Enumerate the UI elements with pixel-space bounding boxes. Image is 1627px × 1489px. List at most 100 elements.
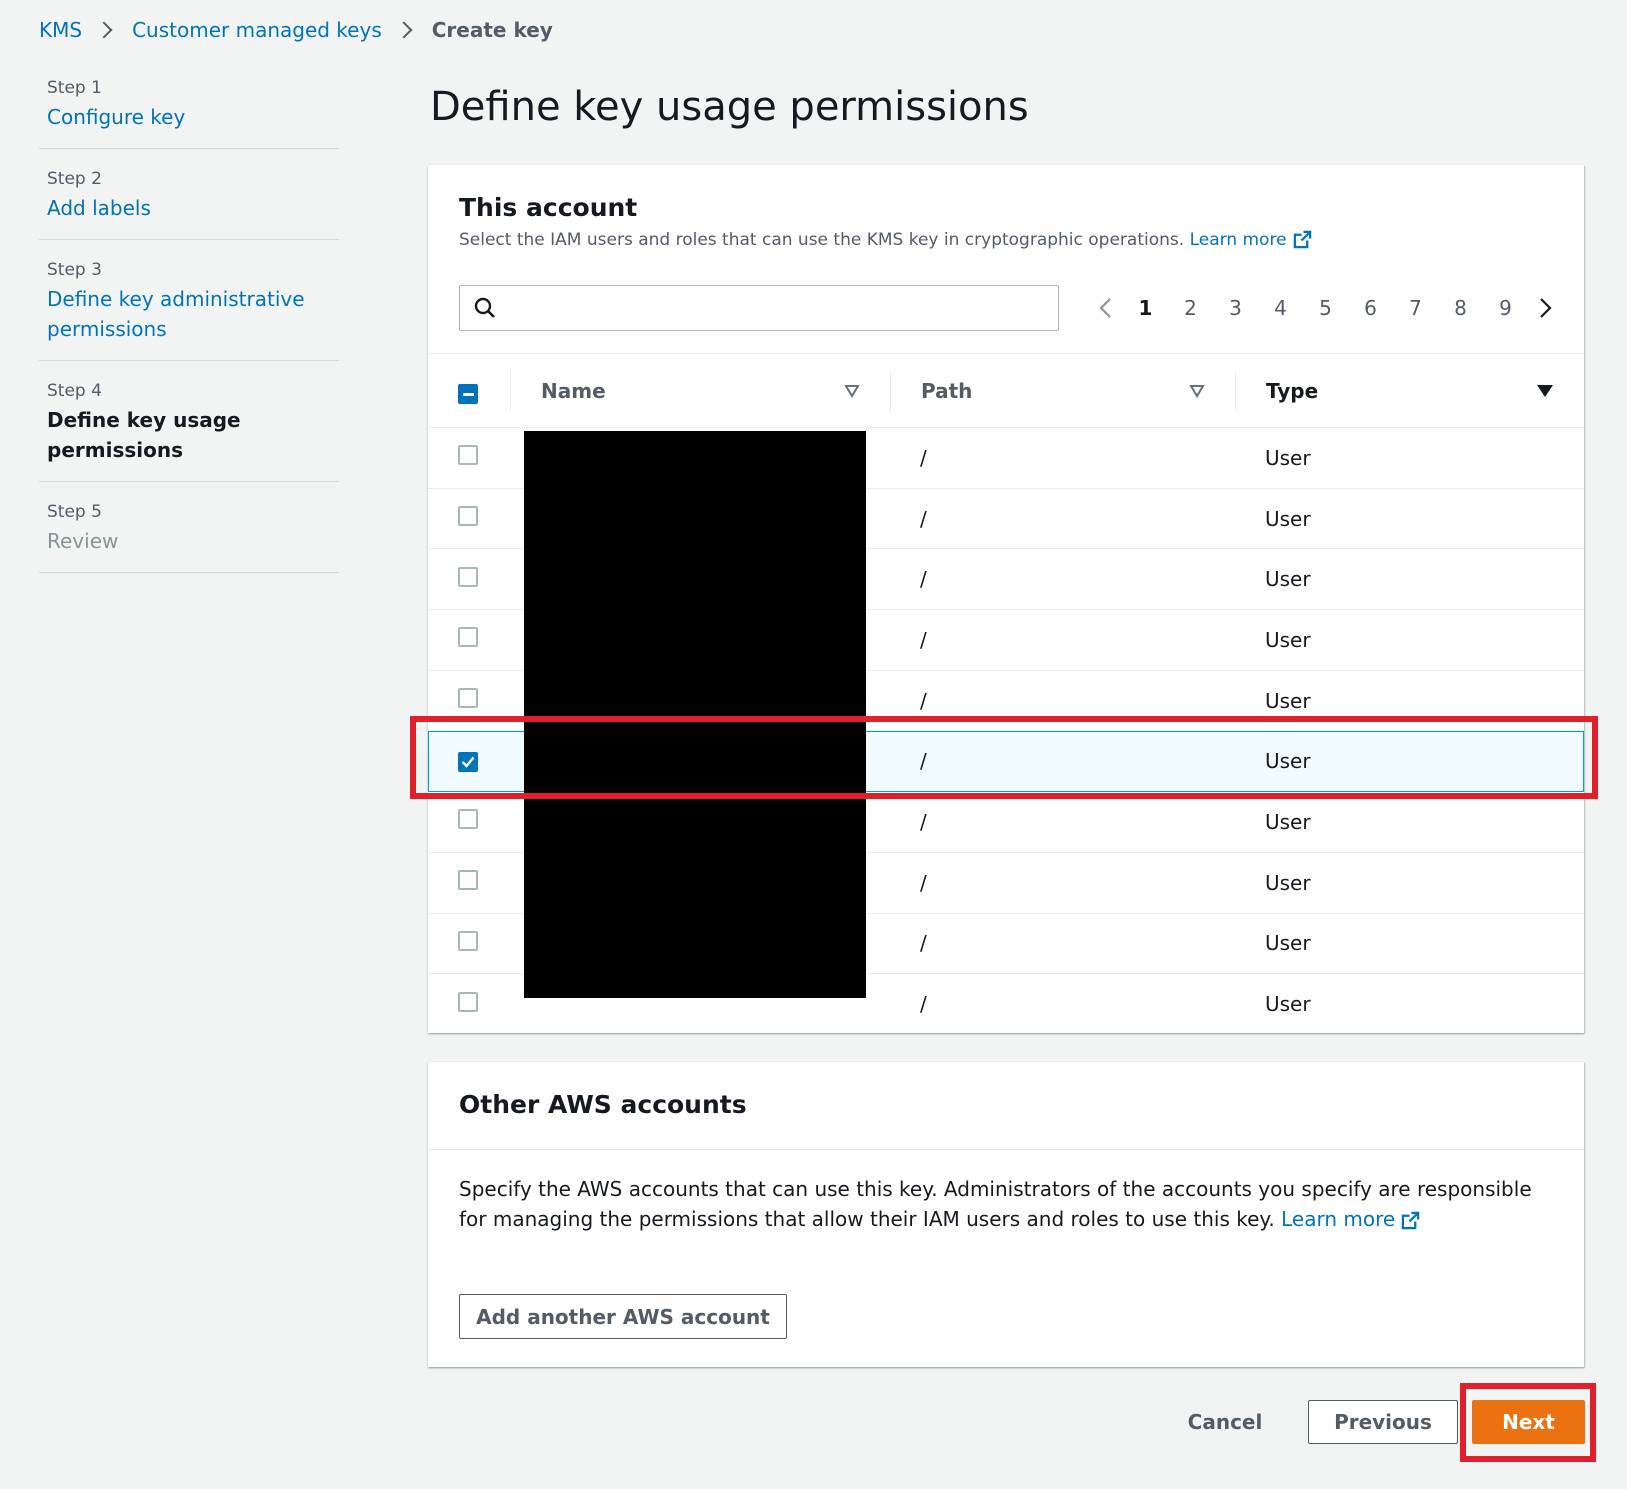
search-field[interactable] (459, 285, 1059, 331)
chevron-right-icon (95, 21, 113, 39)
column-name-label: Name (541, 378, 606, 403)
sort-descending-icon[interactable] (1536, 384, 1554, 398)
row-path: / (920, 809, 927, 834)
row-checkbox[interactable] (458, 566, 478, 587)
previous-button[interactable]: Previous (1308, 1400, 1458, 1444)
column-type-label: Type (1266, 378, 1319, 403)
wizard-steps: Step 1 Configure key Step 2 Add labels S… (39, 74, 339, 589)
row-path: / (920, 992, 927, 1017)
row-path: / (920, 567, 927, 592)
row-select-cell (428, 913, 510, 974)
page-4[interactable]: 4 (1258, 296, 1303, 320)
column-path-label: Path (921, 378, 973, 403)
row-checkbox[interactable] (458, 809, 478, 830)
other-accounts-title: Other AWS accounts (459, 1090, 747, 1119)
step-2: Step 2 Add labels (39, 165, 339, 240)
page-3[interactable]: 3 (1213, 296, 1258, 320)
column-header-type[interactable]: Type (1235, 354, 1584, 428)
breadcrumb: KMS Customer managed keys Create key (39, 18, 553, 42)
row-checkbox[interactable] (458, 870, 478, 891)
next-button[interactable]: Next (1472, 1400, 1585, 1444)
row-select-cell (428, 670, 510, 731)
column-header-name[interactable]: Name (510, 354, 890, 428)
row-select-cell (428, 610, 510, 671)
redacted-name-column (524, 431, 866, 998)
breadcrumb-kms[interactable]: KMS (39, 18, 82, 42)
row-checkbox[interactable] (458, 627, 478, 648)
row-path: / (920, 931, 927, 956)
description-text: Select the IAM users and roles that can … (459, 230, 1185, 250)
row-path: / (920, 870, 927, 895)
row-select-cell (428, 792, 510, 853)
step-number: Step 3 (47, 260, 102, 280)
step-4: Step 4 Define key usage permissions (39, 377, 339, 482)
page-title: Define key usage permissions (430, 84, 1029, 130)
row-checkbox[interactable] (458, 930, 478, 951)
step-link-configure-key[interactable]: Configure key (47, 102, 331, 132)
row-path: / (920, 445, 927, 470)
row-type: User (1265, 931, 1311, 956)
row-checkbox[interactable] (458, 506, 478, 527)
page-2[interactable]: 2 (1168, 296, 1213, 320)
page-6[interactable]: 6 (1348, 296, 1393, 320)
learn-more-link[interactable]: Learn more (1190, 230, 1287, 250)
table-header-row: Name Path Type (428, 353, 1584, 428)
step-number: Step 5 (47, 502, 102, 522)
other-accounts-panel: Other AWS accounts Specify the AWS accou… (428, 1062, 1584, 1367)
select-all-checkbox[interactable] (458, 384, 478, 405)
row-checkbox[interactable] (458, 991, 478, 1012)
step-5: Step 5 Review (39, 498, 339, 573)
chevron-right-icon (395, 21, 413, 39)
select-all-cell (428, 354, 510, 428)
row-type: User (1265, 567, 1311, 592)
step-number: Step 2 (47, 169, 102, 189)
row-path: / (920, 627, 927, 652)
add-aws-account-button[interactable]: Add another AWS account (459, 1294, 787, 1339)
other-accounts-description: Specify the AWS accounts that can use th… (428, 1150, 1584, 1258)
external-link-icon[interactable] (1401, 1211, 1420, 1230)
chevron-right-icon[interactable] (1528, 290, 1564, 326)
page-9[interactable]: 9 (1483, 296, 1528, 320)
page-5[interactable]: 5 (1303, 296, 1348, 320)
this-account-panel: This account Select the IAM users and ro… (428, 165, 1584, 1033)
row-select-cell (428, 488, 510, 549)
column-header-path[interactable]: Path (890, 354, 1235, 428)
row-select-cell (428, 549, 510, 610)
page-7[interactable]: 7 (1393, 296, 1438, 320)
row-type: User (1265, 445, 1311, 470)
row-type: User (1265, 809, 1311, 834)
chevron-left-icon[interactable] (1087, 290, 1123, 326)
step-review: Review (47, 529, 119, 553)
page-1[interactable]: 1 (1123, 296, 1168, 320)
breadcrumb-create-key: Create key (431, 18, 553, 42)
row-select-cell (428, 852, 510, 913)
sort-icon[interactable] (844, 384, 860, 398)
row-checkbox[interactable] (458, 445, 478, 466)
step-3: Step 3 Define key administrative permiss… (39, 256, 339, 361)
search-icon (474, 297, 495, 318)
external-link-icon[interactable] (1293, 230, 1312, 249)
row-type: User (1265, 506, 1311, 531)
this-account-description: Select the IAM users and roles that can … (459, 230, 1554, 250)
row-checkbox[interactable] (458, 688, 478, 709)
page-8[interactable]: 8 (1438, 296, 1483, 320)
row-path: / (920, 749, 927, 774)
breadcrumb-customer-managed-keys[interactable]: Customer managed keys (132, 18, 382, 42)
row-select-cell (428, 731, 510, 792)
row-select-cell (428, 428, 510, 489)
row-type: User (1265, 688, 1311, 713)
sort-icon[interactable] (1189, 384, 1205, 398)
row-path: / (920, 506, 927, 531)
pagination: 1 2 3 4 5 6 7 8 9 (1087, 290, 1564, 326)
search-input[interactable] (506, 288, 1058, 328)
cancel-button[interactable]: Cancel (1170, 1400, 1280, 1444)
row-type: User (1265, 992, 1311, 1017)
step-link-add-labels[interactable]: Add labels (47, 193, 331, 223)
step-number: Step 4 (47, 381, 102, 401)
this-account-title: This account (459, 193, 638, 222)
row-path: / (920, 688, 927, 713)
step-1: Step 1 Configure key (39, 74, 339, 149)
row-checkbox[interactable] (458, 752, 478, 773)
learn-more-link[interactable]: Learn more (1281, 1207, 1395, 1231)
step-link-define-admin-permissions[interactable]: Define key administrative permissions (47, 284, 331, 344)
